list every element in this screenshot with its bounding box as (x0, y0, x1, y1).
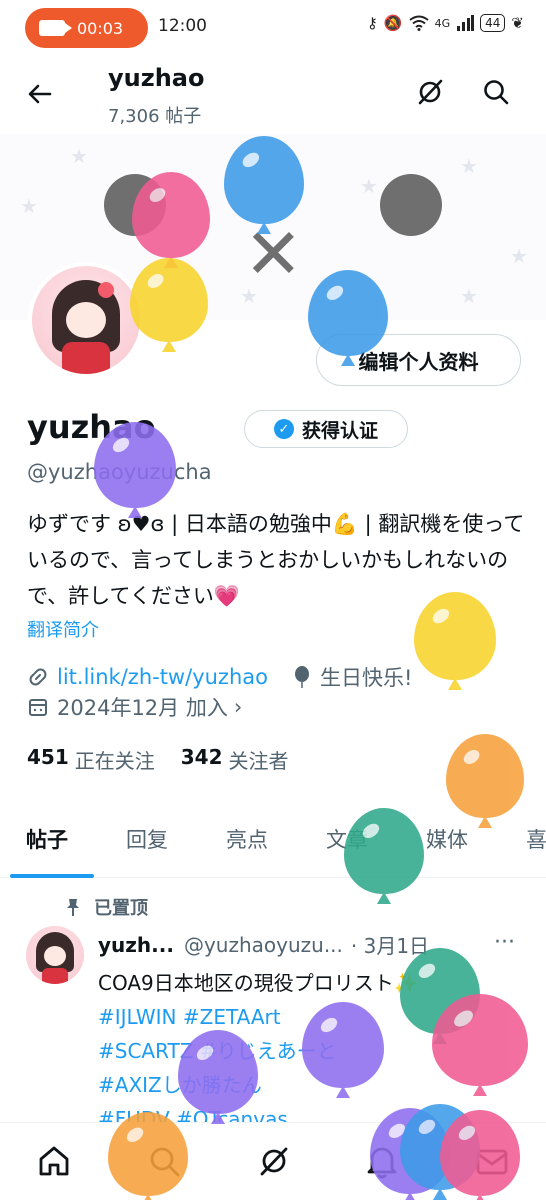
network-type: 4G (434, 16, 451, 30)
balloon-decoration (178, 1030, 258, 1124)
pinned-label-row: 已置顶 (64, 894, 148, 920)
profile-meta: lit.link/zh-tw/yuzhao 生日快乐! (27, 662, 412, 692)
post-author-name[interactable]: yuzh... (98, 933, 174, 957)
profile-tabs: 帖子 回复 亮点 文章 媒体 喜 (0, 808, 546, 878)
leaf-icon: ❦ (511, 14, 524, 32)
balloon-decoration (224, 136, 304, 234)
home-icon[interactable] (34, 1141, 74, 1181)
post-count: 7,306 帖子 (108, 106, 202, 127)
birthday-text: 生日快乐! (319, 666, 413, 690)
status-bar: 00:03 12:00 ⚷ 🔕 4G 44 ❦ (0, 0, 546, 56)
banner-eye-right (380, 174, 442, 236)
star-decoration: ★ (20, 194, 38, 218)
active-tab-indicator (10, 874, 94, 878)
pinned-label: 已置顶 (94, 898, 148, 919)
calendar-icon (29, 699, 47, 716)
tab-replies[interactable]: 回复 (126, 824, 168, 854)
back-arrow-icon[interactable] (24, 78, 56, 110)
followers-count[interactable]: 342 (181, 745, 223, 774)
star-decoration: ★ (510, 244, 528, 268)
balloon-decoration (432, 994, 528, 1096)
balloon-decoration (108, 1112, 188, 1200)
star-decoration: ★ (460, 284, 478, 308)
follow-stats: 451 正在关注 342 关注者 (27, 745, 309, 774)
post-author-handle[interactable]: @yuzhaoyuzu... (184, 933, 343, 957)
header-title: yuzhao (108, 64, 205, 92)
video-camera-icon (39, 20, 72, 36)
tab-likes[interactable]: 喜 (526, 824, 546, 854)
translate-bio-link[interactable]: 翻译简介 (27, 616, 99, 642)
balloon-decoration (130, 258, 208, 352)
avatar-flower (98, 282, 114, 298)
get-verified-label: 获得认证 (301, 419, 378, 442)
balloon-decoration (446, 734, 524, 828)
star-decoration: ★ (460, 154, 478, 178)
profile-header: yuzhao 7,306 帖子 (0, 56, 546, 134)
balloon-decoration (440, 1110, 520, 1200)
signal-icon (457, 15, 475, 31)
wifi-icon (408, 15, 429, 31)
recording-time: 00:03 (77, 18, 124, 38)
balloon-decoration (302, 1002, 384, 1098)
balloon-decoration (132, 172, 210, 268)
profile-link[interactable]: lit.link/zh-tw/yuzhao (57, 665, 268, 689)
key-icon: ⚷ (366, 14, 378, 32)
clock: 12:00 (158, 16, 207, 36)
battery-icon: 44 (480, 14, 506, 32)
banner-mouth: ✕ (244, 213, 303, 295)
link-icon (29, 668, 47, 686)
grok-icon[interactable] (414, 76, 446, 108)
avatar[interactable] (28, 262, 144, 378)
pin-icon (67, 899, 79, 916)
tab-posts[interactable]: 帖子 (26, 824, 68, 854)
following-count[interactable]: 451 (27, 745, 69, 774)
mute-icon: 🔕 (383, 14, 403, 32)
search-icon[interactable] (480, 76, 512, 108)
post-avatar-body (42, 968, 68, 984)
tab-media[interactable]: 媒体 (426, 824, 468, 854)
more-options-icon[interactable]: ··· (494, 930, 515, 955)
balloon-icon (294, 666, 309, 688)
post-avatar-face (44, 946, 66, 966)
post-avatar[interactable] (26, 926, 84, 984)
grok-icon[interactable] (254, 1141, 294, 1181)
tab-highlights[interactable]: 亮点 (226, 824, 268, 854)
joined-date: 2024年12月 加入 (57, 696, 228, 720)
following-label[interactable]: 正在关注 (75, 745, 155, 774)
star-decoration: ★ (70, 144, 88, 168)
avatar-body (62, 342, 110, 374)
joined-row: 2024年12月 加入 › (27, 692, 242, 722)
star-decoration: ★ (360, 174, 378, 198)
get-verified-button[interactable]: ✓ 获得认证 (244, 410, 408, 448)
balloon-decoration (414, 592, 496, 690)
avatar-face (66, 302, 106, 338)
balloon-decoration (94, 422, 176, 518)
screen-recording-indicator[interactable]: 00:03 (25, 8, 148, 48)
status-icons: ⚷ 🔕 4G 44 ❦ (367, 14, 524, 32)
post-header: yuzh... @yuzhaoyuzu... · 3月1日 (98, 930, 429, 959)
chevron-right-icon[interactable]: › (234, 695, 242, 719)
followers-label[interactable]: 关注者 (229, 745, 289, 774)
verified-badge-icon: ✓ (273, 419, 294, 439)
balloon-decoration (308, 270, 388, 366)
balloon-decoration (344, 808, 424, 904)
